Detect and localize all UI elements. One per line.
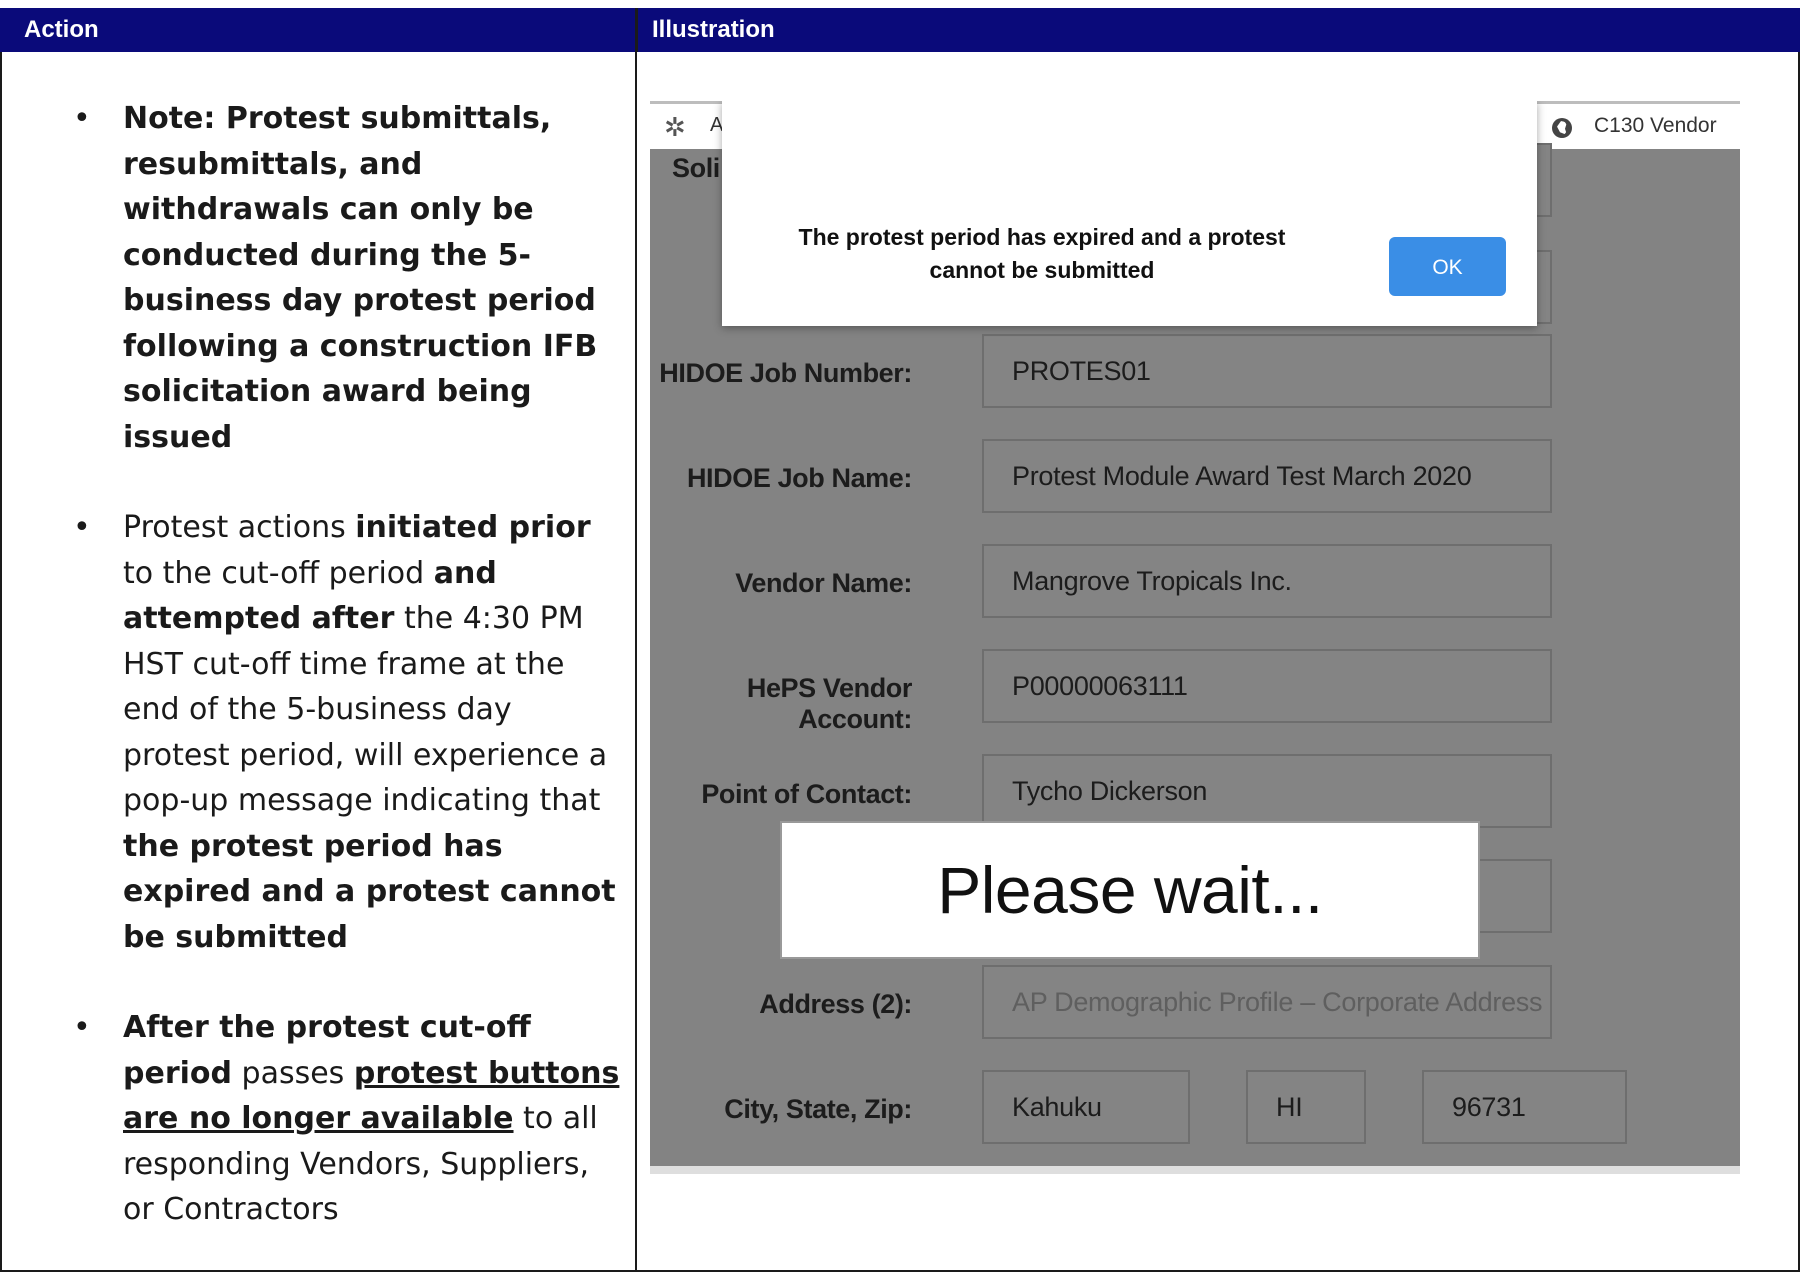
please-wait-overlay: Please wait...	[780, 821, 1480, 959]
pinwheel-logo-icon[interactable]: ✲	[664, 112, 694, 142]
city-field[interactable]: Kahuku	[982, 1070, 1190, 1144]
alert-message: The protest period has expired and a pro…	[798, 224, 1286, 283]
illustration-column-header: Illustration	[636, 8, 1800, 52]
heps-account-field[interactable]: P00000063111	[982, 649, 1552, 723]
job-name-label: HIDOE Job Name:	[686, 463, 912, 493]
cutoff-text-6: the protest period has expired and a pro…	[123, 828, 616, 955]
job-number-label: HIDOE Job Number:	[659, 358, 912, 388]
action-column-header: Action	[0, 8, 636, 52]
bullet-after-cutoff: After the protest cut-off period passes …	[40, 1005, 620, 1233]
address2-field[interactable]: AP Demographic Profile – Corporate Addre…	[982, 965, 1552, 1039]
city-state-zip-label: City, State, Zip:	[724, 1094, 912, 1124]
vendor-name-field[interactable]: Mangrove Tropicals Inc.	[982, 544, 1552, 618]
zip-field[interactable]: 96731	[1422, 1070, 1627, 1144]
address2-label: Address (2):	[759, 989, 912, 1019]
vendor-name-label: Vendor Name:	[735, 568, 912, 598]
action-bullet-list: Note: Protest submittals, resubmittals, …	[40, 96, 620, 1278]
note-text: Note: Protest submittals, resubmittals, …	[123, 101, 598, 455]
cutoff-text-2: initiated prior	[355, 510, 591, 545]
job-number-field[interactable]: PROTES01	[982, 334, 1552, 408]
bullet-note: Note: Protest submittals, resubmittals, …	[40, 96, 620, 460]
heps-account-label: HePS Vendor Account:	[746, 673, 913, 734]
globe-icon	[1552, 118, 1572, 138]
expired-alert-dialog: The protest period has expired and a pro…	[722, 101, 1537, 326]
cutoff-text-3: to the cut-off period	[123, 555, 434, 591]
column-divider	[635, 8, 637, 1272]
job-name-field[interactable]: Protest Module Award Test March 2020	[982, 439, 1552, 513]
contact-field[interactable]: Tycho Dickerson	[982, 754, 1552, 828]
user-menu-label[interactable]: C130 Vendor	[1594, 114, 1717, 138]
cutoff-text-1: Protest actions	[123, 510, 356, 545]
contact-label: Point of Contact:	[701, 779, 912, 809]
screenshot-bottom-edge	[650, 1166, 1740, 1174]
after-text-2: passes	[231, 1055, 354, 1091]
illustration-screenshot: ✲ A C130 Vendor Soli HIDOE Job Number: P…	[650, 101, 1740, 1174]
bullet-cutoff: Protest actions initiated prior to the c…	[40, 505, 620, 960]
ok-button[interactable]: OK	[1389, 237, 1506, 296]
state-field[interactable]: HI	[1246, 1070, 1366, 1144]
